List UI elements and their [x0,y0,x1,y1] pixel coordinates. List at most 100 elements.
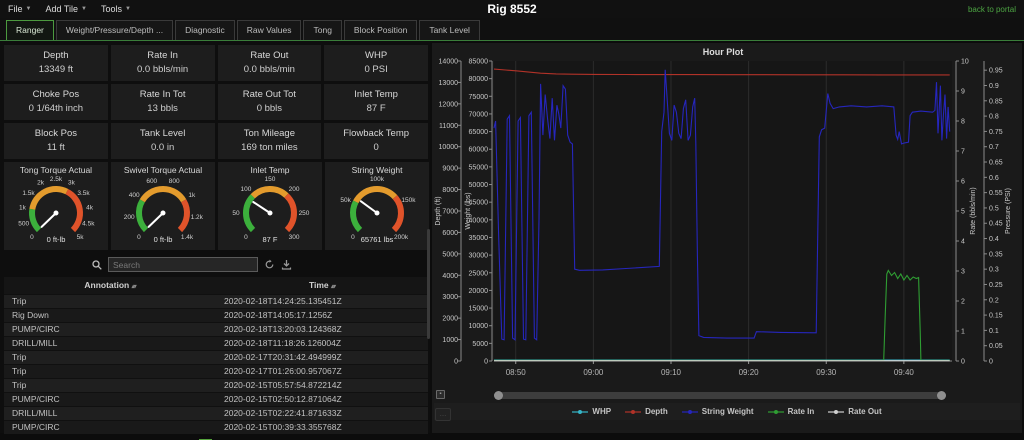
y-axis-weight: 0500010000150002000025000300003500040000… [465,59,493,366]
svg-text:0.95: 0.95 [989,68,1003,75]
svg-text:85000: 85000 [469,59,489,66]
svg-text:13000: 13000 [439,80,459,87]
search-input[interactable] [108,257,258,272]
svg-text:2.5k: 2.5k [50,176,63,183]
svg-text:25000: 25000 [469,270,489,277]
tile-value: 13 bbls [147,103,178,114]
x-tick-label: 09:30 [816,368,837,377]
tile-depth: Depth 13349 ft [4,45,108,81]
cell-annotation: DRILL/MILL [4,405,216,420]
table-row[interactable]: DRILL/MILL 2020-02-15T02:22:41.871633Z [4,405,428,420]
download-button[interactable] [281,259,292,270]
left-panel-scrollbar[interactable] [427,229,430,339]
tab-ranger[interactable]: Ranger [6,20,54,40]
table-row[interactable]: Trip 2020-02-18T14:24:25.135451Z [4,293,428,308]
tab-tong[interactable]: Tong [303,20,342,40]
svg-text:200: 200 [124,214,135,221]
tile-label: Rate In [147,50,178,61]
tile-value: 169 ton miles [241,142,298,153]
tab-raw-values[interactable]: Raw Values [236,20,302,40]
svg-text:50000: 50000 [469,182,489,189]
table-row[interactable]: Trip 2020-02-15T05:57:54.872214Z [4,377,428,392]
legend-item-depth[interactable]: Depth [625,407,668,416]
cell-time: 2020-02-15T02:22:41.871633Z [216,405,428,420]
y-axis-rate: 0 1 2 3 4 5 6 7 8 9 10 Rate (bbls/min) [955,59,977,366]
table-row[interactable]: Trip 2020-02-17T20:31:42.494999Z [4,349,428,364]
svg-text:0: 0 [454,359,458,366]
legend-item-rate-out[interactable]: Rate Out [828,407,882,416]
back-to-portal-link[interactable]: back to portal [968,5,1016,14]
svg-text:75000: 75000 [469,94,489,101]
svg-text:55000: 55000 [469,164,489,171]
sort-icon[interactable]: ▴▾ [331,284,336,290]
cell-annotation: DRILL/MILL [4,335,216,350]
refresh-button[interactable] [264,259,275,270]
tile-flowback-temp: Flowback Temp 0 [324,123,428,159]
gauge-needle [147,212,164,228]
svg-text:1k: 1k [188,192,196,199]
svg-text:8000: 8000 [442,187,458,194]
svg-text:0.6: 0.6 [989,175,999,182]
tiles-grid: Depth 13349 ft Rate In 0.0 bbls/min Rate Out… [4,45,428,159]
more-options-button[interactable]: … [435,408,451,421]
svg-text:9: 9 [961,89,965,96]
column-header-annotation[interactable]: Annotation ▴▾ [4,277,216,294]
tile-label: Rate In Tot [139,89,186,100]
svg-text:200: 200 [289,186,300,193]
svg-text:10000: 10000 [439,144,459,151]
tab-diagnostic[interactable]: Diagnostic [175,20,235,40]
column-header-time[interactable]: Time ▴▾ [216,277,428,294]
svg-text:6000: 6000 [442,230,458,237]
legend-item-whp[interactable]: WHP [572,407,611,416]
tab-tank-level[interactable]: Tank Level [419,20,480,40]
y-axis-pressure: 0 0.05 0.1 0.15 0.2 0.25 0.3 0.35 0.4 0.45 0.5 0.55… [983,61,1012,366]
time-range-slider[interactable] [494,391,946,400]
table-row[interactable]: Rig Down 2020-02-18T14:05:17.1256Z [4,307,428,322]
tab-strip: Ranger Weight/Pressure/Depth ... Diagnosti… [0,18,1024,41]
svg-text:0: 0 [989,359,993,366]
tile-block-pos: Block Pos 11 ft [4,123,108,159]
tile-label: Flowback Temp [343,128,410,139]
gauge-inlet-temp: Inlet Temp 0 50 100 150 200 250 300 87 F [218,162,322,250]
svg-text:7: 7 [961,149,965,156]
svg-text:0.25: 0.25 [989,282,1003,289]
svg-text:8: 8 [961,119,965,126]
table-row[interactable]: Trip 2020-02-17T01:26:00.957067Z [4,363,428,378]
sort-icon[interactable]: ▴▾ [132,284,137,290]
tab-weight-pressure-depth[interactable]: Weight/Pressure/Depth ... [55,20,174,40]
gauge-tong-torque-actual: Tong Torque Actual 0 500 1k 1.5k 2k 2.5k 3k 3.5k… [4,162,108,250]
legend-item-rate-in[interactable]: Rate In [767,407,814,416]
svg-text:100k: 100k [370,176,385,183]
gauge-needle [359,200,378,214]
svg-text:250: 250 [299,210,310,217]
slider-handle-left[interactable] [494,391,503,400]
svg-text:400: 400 [129,192,140,199]
page-title: Rig 8552 [487,2,537,16]
tile-value: 11 ft [46,142,65,153]
gauge-dial: 0 50 100 150 200 250 300 87 F [232,176,310,244]
svg-text:50: 50 [232,210,240,217]
svg-text:1.4k: 1.4k [181,234,194,241]
tab-block-position[interactable]: Block Position [343,20,418,40]
svg-text:7000: 7000 [442,209,458,216]
left-panel: Depth 13349 ft Rate In 0.0 bbls/min Rate Out… [0,41,430,440]
svg-text:0.45: 0.45 [989,221,1003,228]
tile-ton-mileage: Ton Mileage 169 ton miles [217,123,322,159]
table-row[interactable]: PUMP/CIRC 2020-02-15T00:39:33.355768Z [4,419,428,434]
chart-panel: Hour Plot 08:50 09:00 09:10 09:20 09:30 09:40 0… [432,43,1022,433]
table-row[interactable]: PUMP/CIRC 2020-02-15T02:50:12.871064Z [4,391,428,406]
table-row[interactable]: PUMP/CIRC 2020-02-18T13:20:03.124368Z [4,321,428,336]
cell-time: 2020-02-18T14:05:17.1256Z [216,307,428,322]
cell-time: 2020-02-15T02:50:12.871064Z [216,391,428,406]
tile-value: 0.0 bbls/min [243,64,295,75]
svg-text:1: 1 [961,329,965,336]
legend-item-string-weight[interactable]: String Weight [681,407,754,416]
legend-marker [572,409,589,414]
slider-handle-right[interactable] [937,391,946,400]
slider-track[interactable] [494,392,946,399]
svg-text:Depth (ft): Depth (ft) [435,196,442,225]
cell-annotation: PUMP/CIRC [4,321,216,336]
chart-options-checkbox[interactable]: ▪ [436,390,445,399]
table-row[interactable]: DRILL/MILL 2020-02-18T11:18:26.126004Z [4,335,428,350]
svg-text:9000: 9000 [442,166,458,173]
